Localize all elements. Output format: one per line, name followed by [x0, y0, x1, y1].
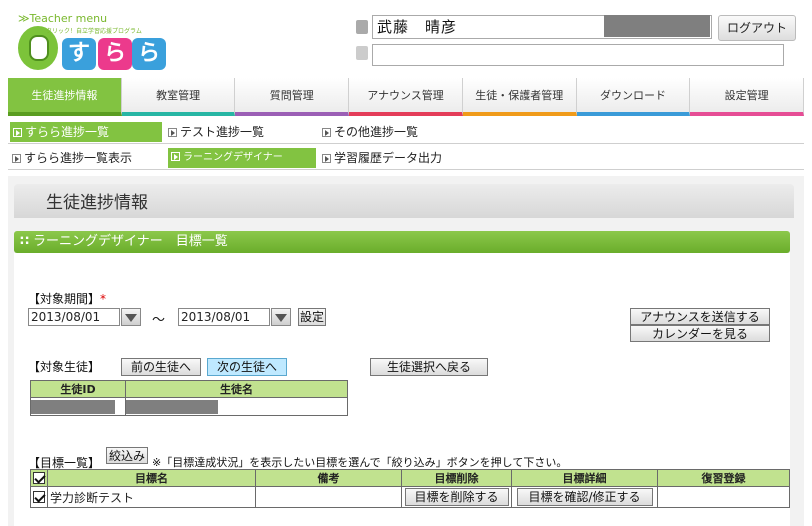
section-header: ∷ ラーニングデザイナー 目標一覧 [14, 231, 790, 253]
edit-goal-button[interactable]: 目標を確認/修正する [516, 488, 653, 506]
subnav-label: その他進捗一覧 [334, 125, 419, 139]
period-from-dropdown-icon[interactable] [121, 308, 141, 326]
logo-tagline: クリック！自立学習応援プログラム [46, 28, 142, 35]
logout-button[interactable]: ログアウト [718, 15, 796, 41]
section-title: ラーニングデザイナー 目標一覧 [33, 234, 228, 249]
required-mark: * [100, 292, 107, 306]
goals-table: 目標名 備考 目標削除 目標詳細 復習登録 学力診断テスト 目標を削除する 目標… [30, 469, 790, 508]
speaker-icon [356, 46, 368, 60]
select-all-checkbox[interactable] [33, 471, 45, 484]
arrow-icon [168, 128, 177, 137]
masked-info [604, 15, 710, 37]
tab-students-parents[interactable]: 生徒・保護者管理 [462, 78, 577, 116]
col-review: 復習登録 [657, 469, 790, 487]
subnav-secondary: すらら進捗一覧表示 ラーニングデザイナー 学習履歴データ出力 [8, 148, 804, 170]
subnav-label: すらら進捗一覧 [25, 125, 110, 139]
period-to-input[interactable]: 2013/08/01 [178, 308, 270, 326]
arrow-icon [171, 152, 180, 161]
back-to-student-select-button[interactable]: 生徒選択へ戻る [370, 358, 488, 376]
logo-char-3: ら [132, 38, 166, 70]
tab-settings[interactable]: 設定管理 [690, 78, 805, 116]
tab-classroom[interactable]: 教室管理 [121, 78, 236, 116]
student-id-cell [30, 397, 126, 416]
masked-value [126, 399, 218, 414]
student-label: 【対象生徒】 [28, 360, 101, 374]
subnav-surara-progress[interactable]: すらら進捗一覧 [10, 122, 162, 142]
period-tilde: ～ [152, 313, 166, 328]
detail-cell: 目標を確認/修正する [511, 486, 658, 508]
period-label-text: 【対象期間】 [28, 292, 101, 306]
subnav-label: 学習履歴データ出力 [334, 151, 443, 165]
next-student-button[interactable]: 次の生徒へ [207, 358, 287, 376]
subnav-progress-list[interactable]: すらら進捗一覧表示 [12, 148, 132, 168]
review-cell [657, 486, 790, 508]
tab-questions[interactable]: 質問管理 [235, 78, 350, 116]
subnav-label: テスト進捗一覧 [180, 125, 265, 139]
tab-student-progress[interactable]: 生徒進捗情報 [8, 78, 122, 116]
table-row [30, 397, 348, 416]
period-to-dropdown-icon[interactable] [271, 308, 291, 326]
subnav-learning-designer[interactable]: ラーニングデザイナー [168, 148, 316, 168]
goals-note: ※「目標達成状況」を表示したい目標を選んで「絞り込み」ボタンを押して下さい。 [152, 456, 568, 469]
col-goal-name: 目標名 [47, 469, 256, 487]
goal-name-cell: 学力診断テスト [47, 486, 256, 508]
student-table: 生徒ID 生徒名 [30, 380, 348, 416]
view-calendar-button[interactable]: カレンダーを見る [630, 325, 770, 342]
tab-download[interactable]: ダウンロード [576, 78, 691, 116]
header: ≫Teacher menu す ら ら クリック！自立学習応援プログラム 武藤 … [0, 0, 812, 76]
subnav-label: ラーニングデザイナー [183, 152, 283, 163]
period-from-input[interactable]: 2013/08/01 [28, 308, 120, 326]
col-goal-delete: 目標削除 [401, 469, 512, 487]
filter-button[interactable]: 絞込み [106, 447, 148, 464]
period-label: 【対象期間】* [28, 290, 106, 307]
grip-icon: ∷ [20, 234, 30, 249]
subnav-history-export[interactable]: 学習履歴データ出力 [322, 148, 442, 168]
main-nav: 生徒進捗情報 教室管理 質問管理 アナウンス管理 生徒・保護者管理 ダウンロード… [8, 78, 805, 116]
row-checkbox-cell [30, 486, 48, 508]
col-student-id: 生徒ID [30, 380, 126, 398]
arrow-icon [322, 154, 331, 163]
delete-goal-button[interactable]: 目標を削除する [404, 488, 509, 506]
row-checkbox[interactable] [33, 490, 45, 503]
announcement-field [372, 44, 784, 66]
col-student-name: 生徒名 [125, 380, 348, 398]
col-goal-detail: 目標詳細 [511, 469, 658, 487]
set-period-button[interactable]: 設定 [298, 308, 326, 326]
subnav-other-progress[interactable]: その他進捗一覧 [322, 122, 418, 142]
subnav-test-progress[interactable]: テスト進捗一覧 [168, 122, 264, 142]
tab-announcements[interactable]: アナウンス管理 [349, 78, 463, 116]
arrow-icon [12, 154, 21, 163]
page-title: 生徒進捗情報 [46, 193, 148, 213]
masked-value [31, 399, 115, 414]
logo-char-1: す [62, 38, 96, 70]
prev-student-button[interactable]: 前の生徒へ [121, 358, 201, 376]
col-remark: 備考 [255, 469, 402, 487]
logo-char-2: ら [98, 38, 132, 70]
arrow-icon [13, 128, 22, 137]
table-row: 学力診断テスト 目標を削除する 目標を確認/修正する [30, 486, 790, 508]
arrow-icon [322, 128, 331, 137]
delete-cell: 目標を削除する [401, 486, 512, 508]
col-select-all[interactable] [30, 469, 48, 487]
student-name-cell [125, 397, 348, 416]
send-announcement-button[interactable]: アナウンスを送信する [630, 308, 770, 325]
subnav-label: すらら進捗一覧表示 [24, 151, 133, 165]
user-icon [356, 20, 368, 34]
subnav-primary: すらら進捗一覧 テスト進捗一覧 その他進捗一覧 [8, 122, 804, 144]
remark-cell [255, 486, 402, 508]
user-name: 武藤 晴彦 [377, 18, 458, 36]
